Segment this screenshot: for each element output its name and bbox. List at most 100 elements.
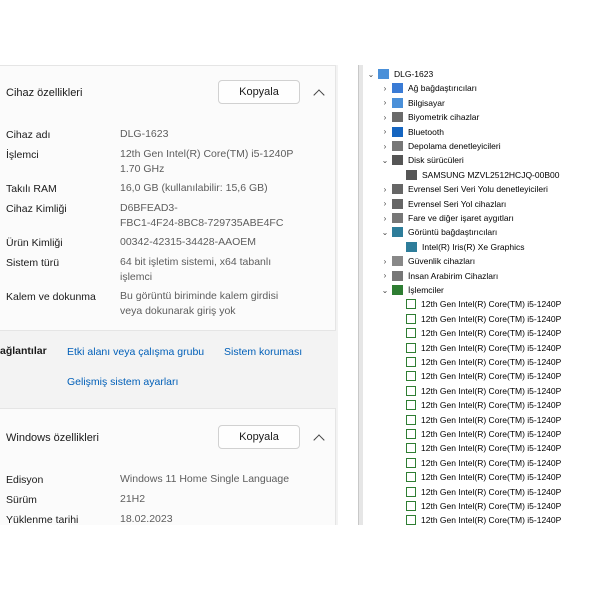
tree-category-label: Depolama denetleyicileri: [408, 141, 501, 151]
device-name-value: DLG-1623: [120, 128, 169, 140]
expand-chevron-icon[interactable]: ›: [380, 127, 390, 136]
tree-processor-item[interactable]: 12th Gen Intel(R) Core(TM) i5-1240P: [394, 499, 561, 513]
tree-processor-item-label: 12th Gen Intel(R) Core(TM) i5-1240P: [421, 414, 562, 425]
device-specs-card: Cihaz özellikleri Kopyala Cihaz adı DLG-…: [0, 65, 336, 331]
edition-value: Windows 11 Home Single Language: [120, 473, 290, 485]
collapse-chevron-icon[interactable]: ⌄: [380, 228, 390, 237]
processor-icon: [406, 429, 416, 439]
tree-category[interactable]: ⌄ Görüntü bağdaştırıcıları: [380, 225, 497, 239]
expand-chevron-icon[interactable]: ›: [380, 98, 390, 107]
install-date-value: 18.02.2023: [120, 513, 173, 525]
tree-processor-item[interactable]: 12th Gen Intel(R) Core(TM) i5-1240P: [394, 312, 561, 326]
edition-label: Edisyon: [6, 474, 44, 486]
collapse-device-specs-chevron-icon[interactable]: [313, 89, 325, 101]
tree-category[interactable]: › İnsan Arabirim Cihazları: [380, 269, 498, 283]
expand-chevron-icon[interactable]: ›: [380, 199, 390, 208]
tree-category[interactable]: ⌄ Disk sürücüleri: [380, 153, 464, 167]
copy-device-specs-button[interactable]: Kopyala: [218, 80, 300, 104]
installed-ram-value: 16,0 GB (kullanılabilir: 15,6 GB): [120, 182, 268, 194]
tree-category[interactable]: ⌄ İşlemciler: [380, 283, 444, 297]
expand-chevron-icon[interactable]: ›: [380, 185, 390, 194]
expand-chevron-icon[interactable]: ›: [380, 257, 390, 266]
tree-device-item[interactable]: SAMSUNG MZVL2512HCJQ-00B00: [394, 168, 559, 182]
tree-processor-item[interactable]: 12th Gen Intel(R) Core(TM) i5-1240P: [394, 456, 561, 470]
tree-category[interactable]: › Evrensel Seri Veri Yolu denetleyicileri: [380, 182, 548, 196]
tree-processor-item[interactable]: 12th Gen Intel(R) Core(TM) i5-1240P: [394, 513, 561, 527]
splitter-handle[interactable]: [359, 65, 363, 525]
domain-workgroup-link[interactable]: Etki alanı veya çalışma grubu: [67, 346, 204, 358]
collapse-windows-specs-chevron-icon[interactable]: [313, 434, 325, 446]
version-value: 21H2: [120, 493, 146, 505]
processor-icon: [406, 371, 416, 382]
product-id-value: 00342-42315-34428-AAOEM: [120, 236, 257, 248]
pen-touch-value: Bu görüntü biriminde kalem girdisi veya d…: [120, 290, 279, 317]
tree-category-label: Evrensel Seri Veri Yolu denetleyicileri: [408, 184, 548, 195]
expand-chevron-icon[interactable]: ›: [380, 271, 390, 280]
tree-category[interactable]: › Biyometrik cihazlar: [380, 110, 479, 124]
tree-processor-item[interactable]: 12th Gen Intel(R) Core(TM) i5-1240P: [394, 384, 561, 398]
tree-processor-item[interactable]: 12th Gen Intel(R) Core(TM) i5-1240P: [394, 326, 561, 340]
tree-root-computer[interactable]: ⌄ DLG-1623: [366, 67, 433, 81]
expand-chevron-icon[interactable]: ›: [380, 214, 390, 223]
security-device-icon: [392, 256, 403, 267]
computer-icon: [378, 69, 389, 79]
tree-device-item-label: Intel(R) Iris(R) Xe Graphics: [422, 241, 525, 252]
tree-category[interactable]: › Depolama denetleyicileri: [380, 139, 501, 153]
monitor-icon: [406, 241, 417, 252]
expand-chevron-icon[interactable]: ›: [380, 142, 390, 151]
tree-processor-item-label: 12th Gen Intel(R) Core(TM) i5-1240P: [421, 357, 562, 367]
collapse-chevron-icon[interactable]: ⌄: [380, 286, 390, 295]
tree-category[interactable]: › Bilgisayar: [380, 96, 445, 110]
pen-touch-label: Kalem ve dokunma: [6, 291, 96, 303]
tree-processor-item-label: 12th Gen Intel(R) Core(TM) i5-1240P: [421, 385, 562, 396]
tree-processor-item[interactable]: 12th Gen Intel(R) Core(TM) i5-1240P: [394, 398, 561, 412]
tree-processor-item[interactable]: 12th Gen Intel(R) Core(TM) i5-1240P: [394, 427, 561, 441]
processor-icon: [406, 328, 416, 339]
tree-processor-item-label: 12th Gen Intel(R) Core(TM) i5-1240P: [421, 429, 562, 439]
device-specs-title: Cihaz özellikleri: [6, 87, 83, 99]
tree-category[interactable]: › Fare ve diğer işaret aygıtları: [380, 211, 514, 225]
processor-icon: [406, 299, 416, 310]
processor-icon: [406, 472, 416, 483]
processor-icon: [406, 443, 416, 454]
collapse-chevron-icon[interactable]: ⌄: [366, 70, 376, 79]
collapse-chevron-icon[interactable]: ⌄: [380, 156, 390, 165]
tree-category-label: Ağ bağdaştırıcıları: [408, 83, 477, 94]
expand-chevron-icon[interactable]: ›: [380, 113, 390, 122]
system-type-value: 64 bit işletim sistemi, x64 tabanlı işlem…: [120, 256, 272, 283]
tree-category-label: İşlemciler: [408, 285, 444, 295]
tree-category-label: Bilgisayar: [408, 97, 445, 108]
drive-icon: [406, 169, 417, 180]
disk-drive-icon: [392, 155, 403, 166]
tree-processor-item-label: 12th Gen Intel(R) Core(TM) i5-1240P: [421, 457, 562, 468]
processor-icon: [406, 342, 416, 353]
usb-controller-icon: [392, 184, 403, 195]
processor-icon: [406, 501, 416, 511]
tree-category-label: Güvenlik cihazları: [408, 256, 476, 267]
tree-processor-item[interactable]: 12th Gen Intel(R) Core(TM) i5-1240P: [394, 413, 561, 427]
tree-processor-item[interactable]: 12th Gen Intel(R) Core(TM) i5-1240P: [394, 369, 561, 383]
tree-processor-item-label: 12th Gen Intel(R) Core(TM) i5-1240P: [421, 486, 562, 497]
copy-windows-specs-button[interactable]: Kopyala: [218, 425, 300, 449]
tree-processor-item[interactable]: 12th Gen Intel(R) Core(TM) i5-1240P: [394, 355, 561, 369]
tree-category[interactable]: › Güvenlik cihazları: [380, 254, 475, 268]
tree-processor-item[interactable]: 12th Gen Intel(R) Core(TM) i5-1240P: [394, 297, 561, 311]
tree-category[interactable]: › Bluetooth: [380, 125, 444, 139]
advanced-system-settings-link[interactable]: Gelişmiş sistem ayarları: [67, 376, 178, 388]
tree-device-item[interactable]: Intel(R) Iris(R) Xe Graphics: [394, 240, 525, 254]
system-protection-link[interactable]: Sistem koruması: [224, 346, 302, 358]
device-id-label: Cihaz Kimliği: [6, 203, 67, 215]
product-id-label: Ürün Kimliği: [6, 237, 63, 249]
tree-processor-item[interactable]: 12th Gen Intel(R) Core(TM) i5-1240P: [394, 470, 561, 484]
tree-processor-item[interactable]: 12th Gen Intel(R) Core(TM) i5-1240P: [394, 341, 561, 355]
tree-category[interactable]: › Evrensel Seri Yol cihazları: [380, 197, 506, 211]
expand-chevron-icon[interactable]: ›: [380, 84, 390, 93]
tree-processor-item[interactable]: 12th Gen Intel(R) Core(TM) i5-1240P: [394, 441, 561, 455]
processor-icon: [406, 457, 416, 468]
network-adapter-icon: [392, 83, 403, 94]
tree-processor-item[interactable]: 12th Gen Intel(R) Core(TM) i5-1240P: [394, 485, 561, 499]
computer-icon: [392, 97, 403, 108]
tree-category[interactable]: › Ağ bağdaştırıcıları: [380, 81, 477, 95]
tree-category-label: Bluetooth: [408, 126, 444, 137]
display-adapter-icon: [392, 227, 403, 238]
